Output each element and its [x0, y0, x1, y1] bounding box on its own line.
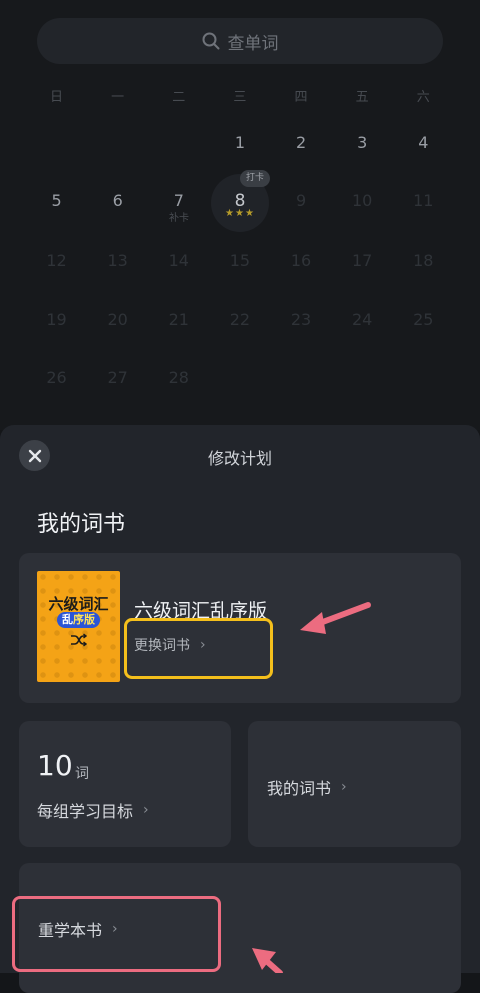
annotation-arrow-icon: [252, 948, 283, 973]
annotation-arrow-icon: [300, 602, 371, 634]
annotation-arrows: [252, 602, 371, 973]
